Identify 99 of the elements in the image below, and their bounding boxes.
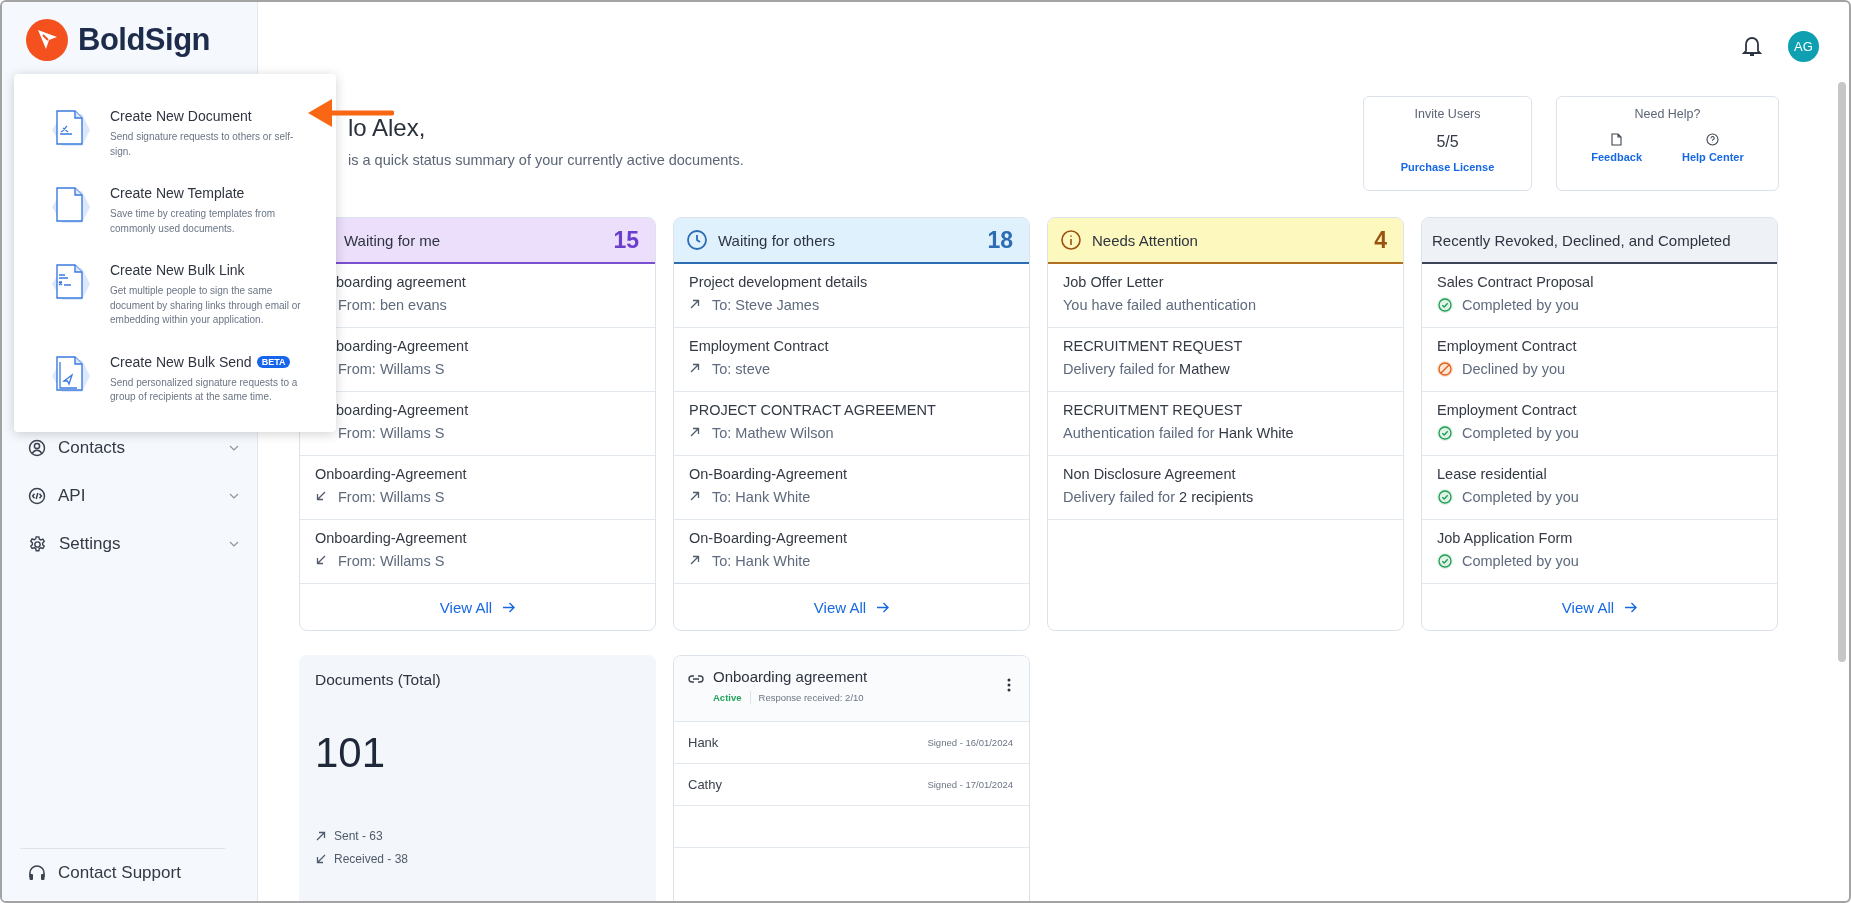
contact-support-link[interactable]: Contact Support [20,848,225,901]
document-row[interactable]: On-Boarding-Agreement To: Hank White [674,520,1029,584]
document-title: boarding-Agreement [335,338,470,354]
document-detail: Completed by you [1462,489,1579,505]
document-row[interactable]: On-Boarding-Agreement To: Hank White [674,456,1029,520]
bulk-link-title: Onboarding agreement [713,668,869,685]
panel-title: Invite Users [1414,107,1481,121]
document-title: Employment Contract [1437,402,1578,418]
document-title: boarding agreement [335,274,467,290]
document-detail: Delivery failed for 2 recipients [1063,489,1254,505]
menu-item-title: Create New Template [110,185,245,201]
signer-name: Cathy [688,777,722,792]
signed-date: Signed - 16/01/2024 [927,737,1013,748]
document-detail: To: steve [712,361,771,377]
document-row[interactable]: Job Offer Letter You have failed authentication [1048,264,1403,328]
document-title: Job Offer Letter [1063,274,1165,290]
document-title: RECRUITMENT REQUEST [1063,402,1244,418]
sent-count: Sent - 63 [334,829,383,843]
signer-name: Hank [688,735,719,750]
document-row[interactable]: Job Application Form Completed by you [1422,520,1777,584]
document-row[interactable]: RECRUITMENT REQUEST Authentication failed for Hank White [1048,392,1403,456]
greeting-subtitle: is a quick status summary of your currently active documents. [348,152,745,168]
user-count: 5/5 [1436,133,1459,151]
document-detail: From: Willams S [338,553,445,569]
card-count: 15 [613,226,639,254]
document-row[interactable]: Lease residential Completed by you [1422,456,1777,520]
card-title: Needs Attention [1092,231,1199,249]
document-detail: To: Hank White [712,489,811,505]
document-detail: Declined by you [1462,361,1566,377]
document-detail: Completed by you [1462,553,1579,569]
document-detail: From: ben evans [338,297,447,313]
document-title: PROJECT CONTRACT AGREEMENT [689,402,937,418]
menu-item-title: Create New Document [110,108,252,124]
document-detail: Completed by you [1462,425,1579,441]
document-detail: From: Willams S [338,489,445,505]
beta-badge: BETA [256,355,291,368]
document-detail: To: Hank White [712,553,811,569]
total-count: 101 [315,729,387,777]
card-title: Waiting for others [718,231,836,249]
document-row[interactable]: Onboarding-Agreement From: Willams S [300,456,655,520]
document-title: On-Boarding-Agreement [689,466,848,482]
view-all-link[interactable]: View All [809,596,894,618]
document-row[interactable]: Employment Contract Declined by you [1422,328,1777,392]
view-all-link[interactable]: View All [435,596,520,618]
status-label: Active [713,692,742,703]
document-detail: To: Steve James [712,297,820,313]
document-title: RECRUITMENT REQUEST [1063,338,1244,354]
document-title: Employment Contract [1437,338,1578,354]
help-link[interactable]: Help Center [1682,133,1744,163]
card-title: Recently Revoked, Declined, and Completed [1432,231,1732,249]
document-row[interactable]: Non Disclosure Agreement Delivery failed for 2 recipients [1048,456,1403,520]
card-count: 4 [1374,226,1387,254]
sidebar-item[interactable]: Settings [28,531,247,557]
response-count: Response received: 2/10 [758,692,864,703]
menu-item-title: Create New Bulk Link [110,262,245,278]
document-detail: You have failed authentication [1063,297,1256,313]
panel-title: Need Help? [1634,107,1701,121]
document-detail: To: Mathew Wilson [712,425,834,441]
received-count: Received - 38 [334,852,409,866]
document-detail: From: Willams S [338,425,445,441]
card-title: Documents (Total) [315,671,442,689]
menu-item-description: Send signature requests to others or self-sign. [110,130,295,159]
help-link[interactable]: Feedback [1591,133,1642,163]
document-detail: From: Willams S [338,361,445,377]
document-row[interactable]: Project development details To: Steve James [674,264,1029,328]
menu-item[interactable]: Create New Template Save time by creating templates from commonly used documents. [50,185,306,236]
document-title: Sales Contract Proposal [1437,274,1595,290]
document-detail: Authentication failed for Hank White [1063,425,1294,441]
document-row[interactable]: PROJECT CONTRACT AGREEMENT To: Mathew Wilson [674,392,1029,456]
purchase-license-link[interactable]: Purchase License [1400,161,1495,173]
card-title: Waiting for me [344,231,442,249]
signed-date: Signed - 17/01/2024 [927,779,1013,790]
document-row[interactable]: Onboarding-Agreement From: Willams S [300,520,655,584]
document-detail: Completed by you [1462,297,1579,313]
menu-item-description: Send personalized signature requests to a group of recipients at the same time. [110,375,299,404]
document-row[interactable]: Employment Contract Completed by you [1422,392,1777,456]
document-title: Lease residential [1437,466,1548,482]
document-title: Onboarding-Agreement [315,530,468,546]
greeting-title: lo Alex, [348,114,427,142]
document-title: On-Boarding-Agreement [689,530,848,546]
document-title: Non Disclosure Agreement [1063,466,1237,482]
document-title: Job Application Form [1437,530,1574,546]
menu-item-description: Get multiple people to sign the same document by sharing links through email or embedding within your application. [110,284,302,327]
document-title: boarding-Agreement [335,402,470,418]
view-all-link[interactable]: View All [1557,596,1642,618]
menu-item-title: Create New Bulk Send [110,353,252,370]
sidebar-item[interactable]: API [28,483,247,509]
document-title: Onboarding-Agreement [315,466,468,482]
document-detail: Delivery failed for Mathew [1063,361,1230,377]
brand-name: BoldSign [78,22,211,58]
menu-item-description: Save time by creating templates from commonly used documents. [110,207,277,236]
card-count: 18 [987,226,1013,254]
menu-item[interactable]: Create New Document Send signature requests to others or self-sign. [50,108,306,159]
document-row[interactable]: Sales Contract Proposal Completed by you [1422,264,1777,328]
document-title: Employment Contract [689,338,830,354]
sidebar-item[interactable]: Contacts [28,435,247,461]
document-row[interactable]: RECRUITMENT REQUEST Delivery failed for Mathew [1048,328,1403,392]
document-row[interactable]: Employment Contract To: steve [674,328,1029,392]
document-title: Project development details [689,274,869,290]
